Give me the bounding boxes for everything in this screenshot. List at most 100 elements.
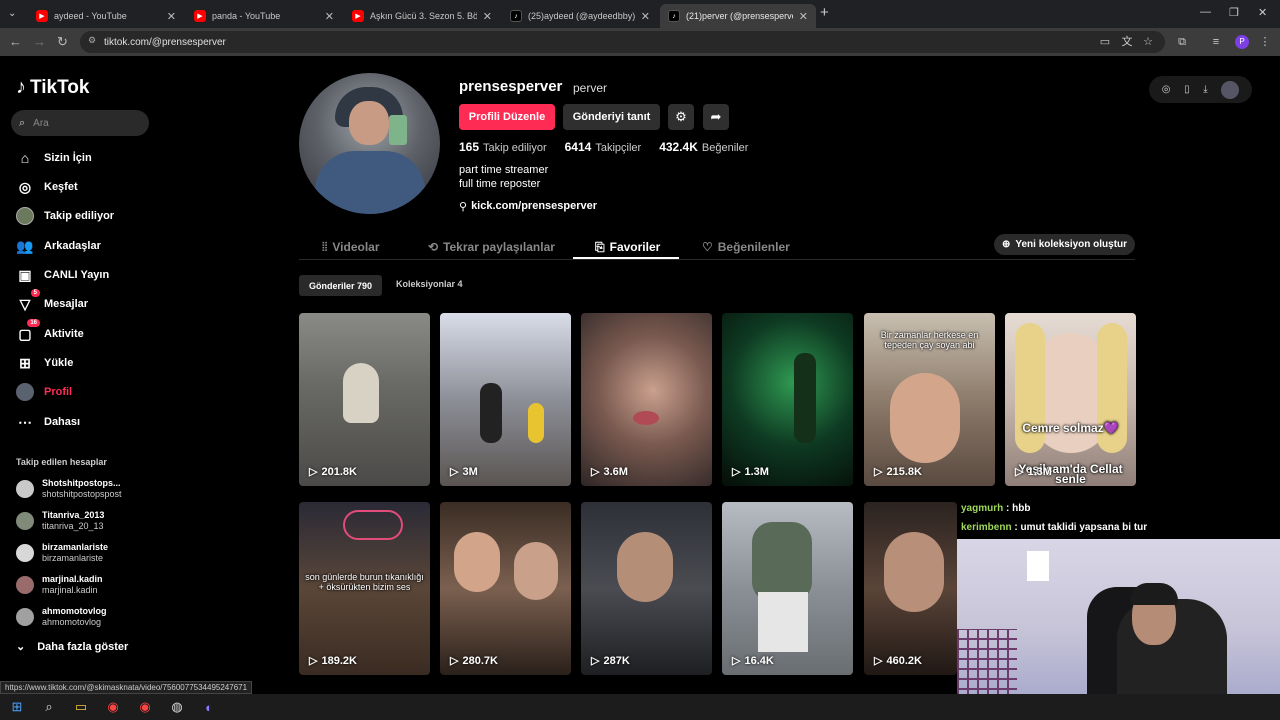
- user-avatar[interactable]: [1221, 80, 1240, 99]
- settings-gear-icon[interactable]: ⚙: [668, 104, 694, 130]
- messages-badge: 5: [30, 289, 40, 297]
- browser-tab[interactable]: ♪ (25)aydeed (@aydeedbby) | TikTok ✕: [502, 4, 658, 28]
- search-input[interactable]: ⌕ Ara: [11, 110, 149, 136]
- tiktok-logo[interactable]: ♪ TikTok: [16, 76, 89, 99]
- tab-search-icon[interactable]: ⌄: [8, 8, 16, 19]
- coins-icon[interactable]: ◎: [1162, 84, 1171, 95]
- restore-icon[interactable]: ❐: [1229, 6, 1239, 19]
- video-thumbnail[interactable]: Cemre solmaz💜 Yeşilçam'da Cellat senle ▷…: [1005, 313, 1136, 486]
- browser-tab[interactable]: ▶ aydeed - YouTube ✕: [28, 4, 184, 28]
- nav-friends[interactable]: 👥 Arkadaşlar: [16, 236, 101, 256]
- video-thumbnail[interactable]: ▷ 201.8K: [299, 313, 430, 486]
- play-icon: ▷: [309, 655, 318, 667]
- nav-for-you[interactable]: ⌂ Sizin İçin: [16, 148, 92, 168]
- minimize-icon[interactable]: —: [1200, 6, 1211, 18]
- windows-start-icon[interactable]: ⊞: [8, 698, 26, 716]
- account-avatar: [16, 576, 34, 594]
- account-avatar: [16, 544, 34, 562]
- repost-icon: ⟲: [428, 240, 439, 254]
- video-views: ▷ 3M: [450, 465, 478, 479]
- browser-menu-icon[interactable]: ⋮: [1258, 35, 1272, 49]
- address-bar[interactable]: ⚙ tiktok.com/@prensesperver: [80, 31, 1165, 53]
- tab-liked[interactable]: ♡ Beğenilenler: [702, 236, 790, 258]
- account-avatar: [16, 512, 34, 530]
- video-thumbnail[interactable]: Bir zamanlar herkese en tepeden çay soya…: [864, 313, 995, 486]
- following-account[interactable]: Shotshitpostops... shotshitpostopspost: [16, 478, 122, 500]
- following-account[interactable]: Titanriva_2013 titanriva_20_13: [16, 510, 104, 532]
- close-tab-icon[interactable]: ✕: [167, 10, 176, 23]
- back-icon[interactable]: ←: [9, 34, 22, 49]
- close-window-icon[interactable]: ✕: [1258, 6, 1267, 19]
- tiktok-icon: ♪: [510, 10, 522, 22]
- video-thumbnail[interactable]: ▷ 280.7K: [440, 502, 571, 675]
- video-thumbnail[interactable]: ▷ 287K: [581, 502, 712, 675]
- chrome-active-icon[interactable]: ◉: [136, 698, 154, 716]
- close-tab-icon[interactable]: ✕: [641, 10, 650, 23]
- segment-collections[interactable]: Koleksiyonlar 4: [396, 279, 463, 289]
- media-icon[interactable]: ≡: [1209, 35, 1223, 49]
- video-thumbnail[interactable]: ▷ 1.3M: [722, 313, 853, 486]
- obs-icon[interactable]: ◍: [168, 698, 186, 716]
- browser-tab[interactable]: ▶ Aşkın Gücü 3. Sezon 5. Bölüm | Ön İzle…: [344, 4, 500, 28]
- close-tab-icon[interactable]: ✕: [483, 10, 492, 23]
- site-info-icon[interactable]: ⚙: [88, 35, 96, 46]
- new-tab-icon[interactable]: +: [820, 4, 829, 21]
- nav-more[interactable]: ⋯ Dahası: [16, 412, 80, 432]
- tab-videos[interactable]: ⦙⦙ Videolar: [322, 236, 380, 258]
- nav-explore[interactable]: ◎ Keşfet: [16, 177, 78, 197]
- video-thumbnail[interactable]: ▷ 460.2K: [864, 502, 957, 675]
- segment-posts[interactable]: Gönderiler 790: [299, 275, 382, 296]
- browser-profile-avatar[interactable]: P: [1235, 35, 1249, 49]
- following-account[interactable]: birzamanlariste birzamanlariste: [16, 542, 108, 564]
- following-stat[interactable]: 165 Takip ediliyor: [459, 140, 547, 154]
- nav-profile[interactable]: Profil: [16, 382, 72, 402]
- profile-avatar[interactable]: [299, 73, 440, 214]
- app-icon[interactable]: ◐: [200, 698, 218, 716]
- following-account[interactable]: marjinal.kadin marjinal.kadin: [16, 574, 103, 596]
- browser-tab-active[interactable]: ♪ (21)perver (@prensesperver) | TikTok ✕: [660, 4, 816, 28]
- chat-message: kerimbenn : umut taklidi yapsana bi tur: [961, 522, 1148, 533]
- video-thumbnail[interactable]: ▷ 16.4K: [722, 502, 853, 675]
- nav-following[interactable]: Takip ediliyor: [16, 206, 114, 226]
- followers-stat[interactable]: 6414 Takipçiler: [565, 140, 642, 154]
- nav-activity[interactable]: ▢ 16 Aktivite: [16, 319, 84, 344]
- account-avatar: [16, 608, 34, 626]
- chrome-icon[interactable]: ◉: [104, 698, 122, 716]
- forward-icon[interactable]: →: [33, 34, 46, 49]
- search-icon[interactable]: ⌕: [40, 698, 58, 716]
- file-explorer-icon[interactable]: ▭: [72, 698, 90, 716]
- tab-favorites[interactable]: ⎘ Favoriler: [595, 236, 660, 258]
- edit-profile-button[interactable]: Profili Düzenle: [459, 104, 555, 130]
- video-thumbnail[interactable]: ▷ 3M: [440, 313, 571, 486]
- play-icon: ▷: [591, 655, 600, 667]
- close-tab-icon[interactable]: ✕: [799, 10, 808, 23]
- tabs-divider: [299, 259, 1135, 260]
- promote-post-button[interactable]: Gönderiyi tanıt: [563, 104, 660, 130]
- share-icon[interactable]: ➦: [703, 104, 729, 130]
- video-views: ▷ 189.2K: [309, 654, 357, 668]
- close-tab-icon[interactable]: ✕: [325, 10, 334, 23]
- browser-tab[interactable]: ▶ panda - YouTube ✕: [186, 4, 342, 28]
- bookmark-star-icon[interactable]: ☆: [1141, 35, 1155, 49]
- device-icon[interactable]: ▯: [1184, 84, 1190, 95]
- video-views: ▷ 215.8K: [874, 465, 922, 479]
- bio-line: part time streamer: [459, 164, 549, 176]
- extensions-icon[interactable]: ⧉: [1175, 35, 1189, 49]
- nav-messages[interactable]: ▽ 5 Mesajlar: [16, 289, 88, 314]
- reload-icon[interactable]: ↻: [57, 34, 68, 50]
- translate-icon[interactable]: 文: [1120, 35, 1134, 49]
- video-thumbnail[interactable]: son günlerde burun tıkanıklığı + öksürük…: [299, 502, 430, 675]
- following-accounts-header: Takip edilen hesaplar: [16, 457, 107, 467]
- following-account[interactable]: ahmomotovlog ahmomotovlog: [16, 606, 107, 628]
- new-collection-button[interactable]: ⊕ Yeni koleksiyon oluştur: [994, 234, 1135, 255]
- video-thumbnail[interactable]: ▷ 3.6M: [581, 313, 712, 486]
- nav-upload[interactable]: ⊞ Yükle: [16, 353, 73, 373]
- youtube-icon: ▶: [352, 10, 364, 22]
- profile-link[interactable]: ⚲ kick.com/prensesperver: [459, 200, 597, 213]
- nav-live[interactable]: ▣ CANLI Yayın: [16, 265, 109, 285]
- download-icon[interactable]: ⤓: [1203, 84, 1207, 95]
- cast-icon[interactable]: ▭: [1098, 35, 1112, 49]
- play-icon: ▷: [591, 466, 600, 478]
- show-more-button[interactable]: ⌄ Daha fazla göster: [16, 640, 128, 654]
- tab-reposts[interactable]: ⟲ Tekrar paylaşılanlar: [428, 236, 555, 258]
